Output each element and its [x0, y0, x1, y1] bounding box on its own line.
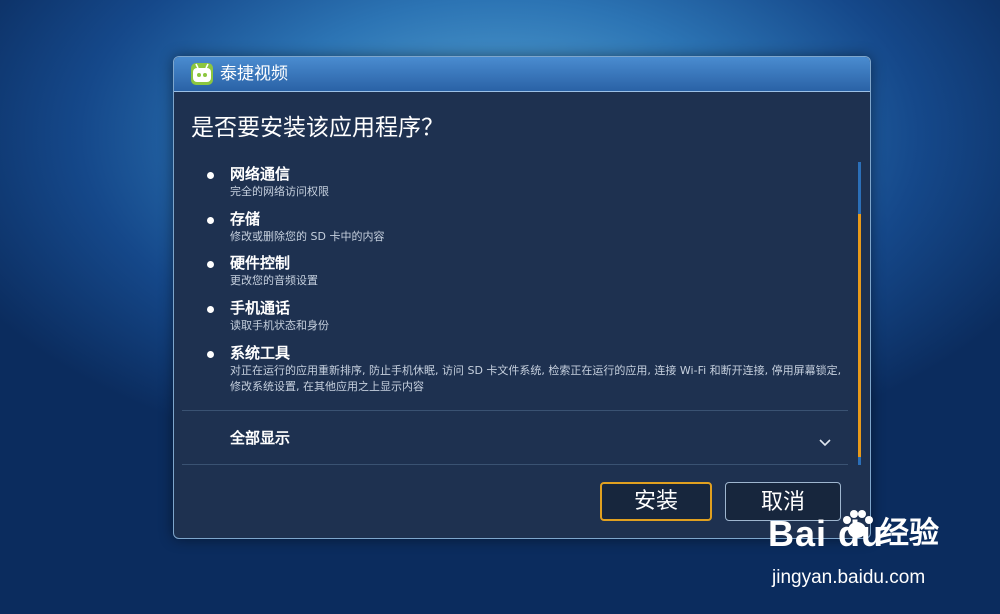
scrollbar-thumb[interactable] [858, 214, 861, 457]
install-question: 是否要安装该应用程序？ [191, 115, 444, 141]
install-dialog: 泰捷视频 是否要安装该应用程序？ 网络通信 完全的网络访问权限 存储 修改或删除… [173, 56, 871, 539]
install-button[interactable]: 安装 [600, 482, 712, 521]
bullet-icon [207, 261, 214, 268]
permission-title: 网络通信 [230, 165, 291, 183]
bullet-icon [207, 306, 214, 313]
permission-title: 存储 [230, 210, 261, 228]
permission-desc: 对正在运行的应用重新排序, 防止手机休眠, 访问 SD 卡文件系统, 检索正在运… [230, 364, 842, 393]
bullet-icon [207, 172, 214, 179]
bullet-icon [207, 217, 214, 224]
baidu-jingyan-watermark: Bai du 经验 jingyan.baidu.com [768, 506, 992, 602]
dialog-titlebar: 泰捷视频 [174, 57, 870, 92]
divider [182, 464, 848, 465]
permission-title: 手机通话 [230, 299, 291, 317]
watermark-url: jingyan.baidu.com [772, 567, 926, 588]
permission-desc: 修改或删除您的 SD 卡中的内容 [230, 230, 385, 243]
show-all-row[interactable]: 全部显示 [182, 413, 848, 463]
permission-title: 硬件控制 [230, 254, 291, 272]
bullet-icon [207, 351, 214, 358]
permission-title: 系统工具 [230, 344, 291, 362]
divider [182, 410, 848, 411]
jingyan-text: 经验 [879, 516, 939, 551]
permission-desc: 完全的网络访问权限 [230, 185, 329, 198]
show-all-label: 全部显示 [230, 429, 291, 447]
app-title: 泰捷视频 [220, 64, 288, 84]
paw-icon [839, 506, 875, 542]
tv-robot-icon [191, 63, 213, 85]
permission-desc: 读取手机状态和身份 [230, 319, 329, 332]
permission-desc: 更改您的音频设置 [230, 274, 318, 287]
chevron-down-icon [818, 433, 832, 447]
